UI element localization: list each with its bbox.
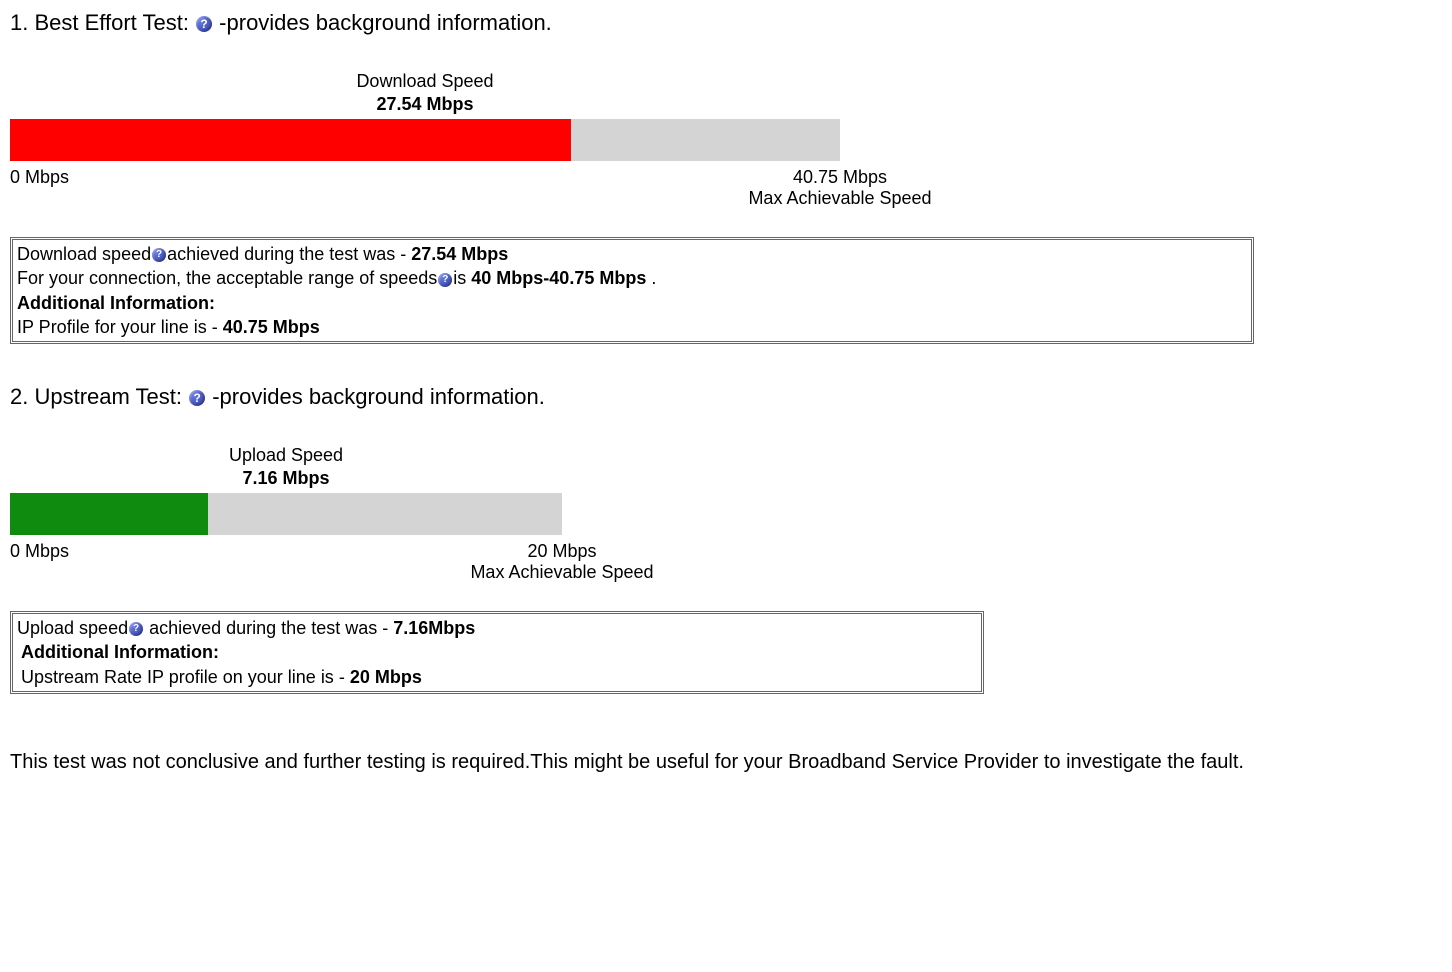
- info-text: is: [453, 268, 471, 288]
- help-icon[interactable]: ?: [129, 622, 143, 636]
- download-speed-block: Download Speed 27.54 Mbps 0 Mbps 40.75 M…: [10, 71, 1440, 209]
- download-speed-axis: 0 Mbps 40.75 Mbps Max Achievable Speed: [10, 167, 840, 209]
- help-icon[interactable]: ?: [189, 390, 205, 406]
- upload-speed-value: 7.16 Mbps: [10, 468, 562, 489]
- help-icon[interactable]: ?: [152, 248, 166, 262]
- info-text: Upstream Rate IP profile on your line is…: [21, 667, 350, 687]
- upload-speed-max-sublabel: Max Achievable Speed: [470, 562, 653, 583]
- additional-info-label: Additional Information:: [17, 291, 1247, 315]
- info-text: Upload speed: [17, 618, 128, 638]
- info-value: 27.54 Mbps: [411, 244, 508, 264]
- download-speed-min-label: 0 Mbps: [10, 167, 69, 209]
- section-2-title: 2. Upstream Test: ? -provides background…: [10, 384, 1440, 410]
- section-1-title-prefix: 1. Best Effort Test:: [10, 10, 195, 35]
- upload-speed-bar-fill: [10, 493, 208, 535]
- info-text: For your connection, the acceptable rang…: [17, 268, 437, 288]
- help-icon[interactable]: ?: [438, 273, 452, 287]
- help-icon[interactable]: ?: [196, 16, 212, 32]
- info-text: Download speed: [17, 244, 151, 264]
- upload-info-box: Upload speed? achieved during the test w…: [10, 611, 984, 694]
- section-1-title: 1. Best Effort Test: ? -provides backgro…: [10, 10, 1440, 36]
- upload-speed-axis: 0 Mbps 20 Mbps Max Achievable Speed: [10, 541, 562, 583]
- info-text: .: [646, 268, 656, 288]
- info-text: achieved during the test was -: [167, 244, 411, 264]
- info-value: 40.75 Mbps: [223, 317, 320, 337]
- upload-speed-block: Upload Speed 7.16 Mbps 0 Mbps 20 Mbps Ma…: [10, 445, 1440, 583]
- upload-speed-max-label: 20 Mbps: [470, 541, 653, 562]
- upload-speed-max-block: 20 Mbps Max Achievable Speed: [470, 541, 653, 583]
- section-2-title-suffix: -provides background information.: [206, 384, 545, 409]
- additional-info-label: Additional Information:: [17, 640, 977, 664]
- download-speed-max-block: 40.75 Mbps Max Achievable Speed: [748, 167, 931, 209]
- upload-speed-bar-track: [10, 493, 562, 535]
- section-2-title-prefix: 2. Upstream Test:: [10, 384, 188, 409]
- upload-speed-min-label: 0 Mbps: [10, 541, 69, 583]
- info-value: 20 Mbps: [350, 667, 422, 687]
- download-info-box: Download speed?achieved during the test …: [10, 237, 1254, 344]
- footer-note: This test was not conclusive and further…: [10, 749, 1440, 776]
- info-text: IP Profile for your line is -: [17, 317, 223, 337]
- info-text: achieved during the test was -: [144, 618, 393, 638]
- download-speed-max-label: 40.75 Mbps: [748, 167, 931, 188]
- info-value: 40 Mbps-40.75 Mbps: [471, 268, 646, 288]
- download-speed-max-sublabel: Max Achievable Speed: [748, 188, 931, 209]
- download-speed-bar-fill: [10, 119, 571, 161]
- info-value: 7.16Mbps: [393, 618, 475, 638]
- download-speed-bar-track: [10, 119, 840, 161]
- download-speed-label: Download Speed: [10, 71, 840, 92]
- upload-speed-label: Upload Speed: [10, 445, 562, 466]
- section-1-title-suffix: -provides background information.: [213, 10, 552, 35]
- download-speed-value: 27.54 Mbps: [10, 94, 840, 115]
